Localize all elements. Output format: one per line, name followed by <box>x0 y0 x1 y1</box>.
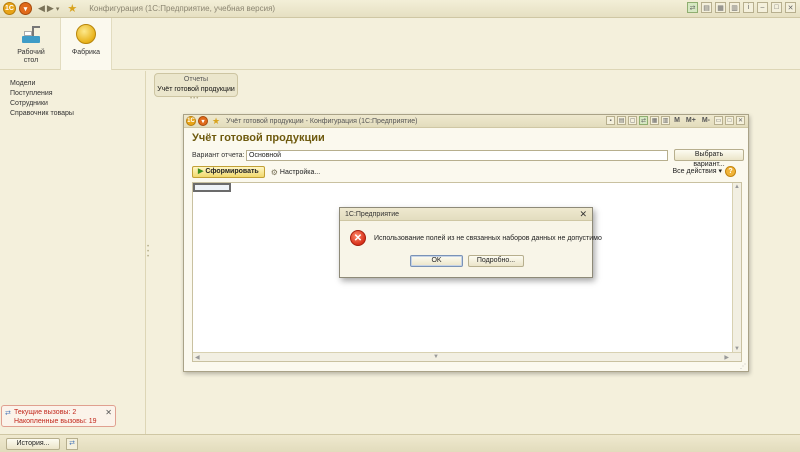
sections-panel: Рабочий стол Фабрика <box>0 18 800 70</box>
current-calls-row: ⇄ Текущие вызовы: 2 <box>5 408 115 417</box>
settings-label: Настройка... <box>279 168 321 176</box>
server-calls-close-icon[interactable]: ✕ <box>105 408 112 417</box>
sidebar-item-models[interactable]: Модели <box>10 79 145 89</box>
current-calls-text: Текущие вызовы: 2 <box>14 409 77 416</box>
maximize-icon[interactable]: □ <box>725 116 734 125</box>
calculator-icon[interactable]: ▦ <box>650 116 660 125</box>
server-calls-icon: ⇄ <box>5 410 11 417</box>
form-favorite-star-icon[interactable]: ★ <box>212 116 220 127</box>
form-title-tools: ▪ ▤ ▢ ⇄ ▦ ▥ M M+ M- ▭ □ ✕ <box>606 116 745 125</box>
back-arrow-icon[interactable]: ◀ <box>38 3 45 14</box>
sidebar-item-goods-catalog[interactable]: Справочник товары <box>10 109 145 119</box>
window-mode-icon[interactable]: ▭ <box>714 116 723 125</box>
coin-icon <box>73 24 99 46</box>
preview-icon[interactable]: ▢ <box>628 116 638 125</box>
section-factory[interactable]: Фабрика <box>60 18 112 70</box>
save-icon[interactable]: ▪ <box>606 116 616 125</box>
section-desktop[interactable]: Рабочий стол <box>5 18 57 70</box>
scroll-left-icon[interactable]: ◀ <box>195 354 200 361</box>
reports-collapse-handle[interactable]: ••• <box>190 96 199 102</box>
generate-button[interactable]: ▶ Сформировать <box>192 166 265 178</box>
variant-input[interactable]: Основной <box>246 149 668 161</box>
details-button[interactable]: Подробно... <box>468 255 524 267</box>
dialog-close-icon[interactable]: ✕ <box>579 208 587 221</box>
desktop-icon <box>18 24 44 46</box>
scroll-up-icon[interactable]: ▲ <box>734 184 740 190</box>
window-title: Конфигурация (1С:Предприятие, учебная ве… <box>89 4 276 13</box>
dialog-title: 1С:Предприятие <box>345 211 400 218</box>
server-calls-toggle-icon[interactable]: ⇄ <box>66 437 78 450</box>
app-title-bar: 1С ▾ ◀ ▶ ▾ ★ Конфигурация (1С:Предприяти… <box>0 0 800 18</box>
reports-header: Отчеты <box>183 76 209 83</box>
generate-label: Сформировать <box>205 168 259 175</box>
history-button[interactable]: История... <box>6 437 60 450</box>
section-label: Фабрика <box>71 49 101 56</box>
sidebar-item-receipts[interactable]: Поступления <box>10 89 145 99</box>
maximize-icon[interactable]: □ <box>771 2 782 13</box>
form-menu-icon[interactable]: ▾ <box>198 116 208 126</box>
print-icon[interactable]: ▤ <box>617 116 627 125</box>
error-icon: ✕ <box>350 230 366 246</box>
choose-variant-button[interactable]: Выбрать вариант... <box>674 149 744 168</box>
title-bar-tools: ⇄ ▤ ▦ ▥ i – □ ✕ <box>687 2 796 13</box>
status-bar: История... ⇄ <box>0 434 800 452</box>
form-window-title: Учёт готовой продукции - Конфигурация (1… <box>226 117 418 125</box>
minimize-icon[interactable]: – <box>757 2 768 13</box>
all-actions-menu[interactable]: Все действия ▾ <box>673 167 722 175</box>
section-label: Рабочий стол <box>17 49 45 64</box>
play-icon: ▶ <box>198 168 204 175</box>
horizontal-scrollbar[interactable]: ◀ ▼ ▶ <box>193 352 741 361</box>
accumulated-calls-text: Накопленные вызовы: 19 <box>14 418 97 425</box>
memory-plus-button[interactable]: M+ <box>684 117 698 124</box>
info-icon[interactable]: i <box>743 2 754 13</box>
panel-splitter-handle[interactable]: • • • <box>147 244 149 260</box>
calendar-icon[interactable]: ▥ <box>661 116 671 125</box>
command-bar: ▶ Сформировать ⚙ Настройка... Все действ… <box>192 165 744 179</box>
help-icon[interactable]: ? <box>725 166 736 177</box>
forward-arrow-icon[interactable]: ▶ <box>47 3 54 14</box>
print-icon[interactable]: ▤ <box>701 2 712 13</box>
favorites-star-icon[interactable]: ★ <box>67 2 77 15</box>
resize-grip-icon[interactable]: ⋰ <box>740 363 746 370</box>
server-calls-panel: ⇄ Текущие вызовы: 2 Накопленные вызовы: … <box>1 405 116 427</box>
link-icon[interactable]: ⇄ <box>639 116 649 125</box>
variant-row: Вариант отчета: Основной Выбрать вариант… <box>192 149 744 168</box>
report-link-finished-goods[interactable]: Учёт готовой продукции <box>155 85 237 95</box>
error-dialog: 1С:Предприятие ✕ ✕ Использование полей и… <box>339 207 602 278</box>
main-menu-icon[interactable]: ▾ <box>19 2 32 15</box>
accumulated-calls-row: Накопленные вызовы: 19 <box>5 417 115 426</box>
vertical-scrollbar[interactable]: ▲ ▼ <box>732 183 741 353</box>
form-logo-icon[interactable]: 1С <box>186 116 196 126</box>
settings-button[interactable]: ⚙ Настройка... <box>271 168 320 177</box>
memory-minus-button[interactable]: M- <box>700 117 712 124</box>
navigation-panel: Модели Поступления Сотрудники Справочник… <box>0 71 146 434</box>
variant-label: Вариант отчета: <box>192 151 245 159</box>
scroll-thumb-icon[interactable]: ▼ <box>433 354 439 360</box>
error-message: Использование полей из не связанных набо… <box>374 235 602 242</box>
app-logo-icon[interactable]: 1С <box>3 2 16 15</box>
settings-icon: ⚙ <box>270 167 278 177</box>
form-title-bar: 1С ▾ ★ Учёт готовой продукции - Конфигур… <box>184 115 748 128</box>
reports-group: Отчеты Учёт готовой продукции <box>154 73 238 97</box>
ok-button[interactable]: OK <box>410 255 463 267</box>
form-heading: Учёт готовой продукции <box>192 132 325 144</box>
calendar-icon[interactable]: ▥ <box>729 2 740 13</box>
sidebar-item-employees[interactable]: Сотрудники <box>10 99 145 109</box>
calculator-icon[interactable]: ▦ <box>715 2 726 13</box>
selected-cell[interactable] <box>193 183 231 192</box>
close-icon[interactable]: ✕ <box>785 2 796 13</box>
dialog-title-bar: 1С:Предприятие ✕ <box>340 208 592 221</box>
dropdown-icon[interactable]: ▾ <box>56 5 60 13</box>
close-icon[interactable]: ✕ <box>736 116 745 125</box>
memory-m-button[interactable]: M <box>672 117 682 124</box>
scroll-right-icon[interactable]: ▶ <box>724 354 729 361</box>
link-icon[interactable]: ⇄ <box>687 2 698 13</box>
